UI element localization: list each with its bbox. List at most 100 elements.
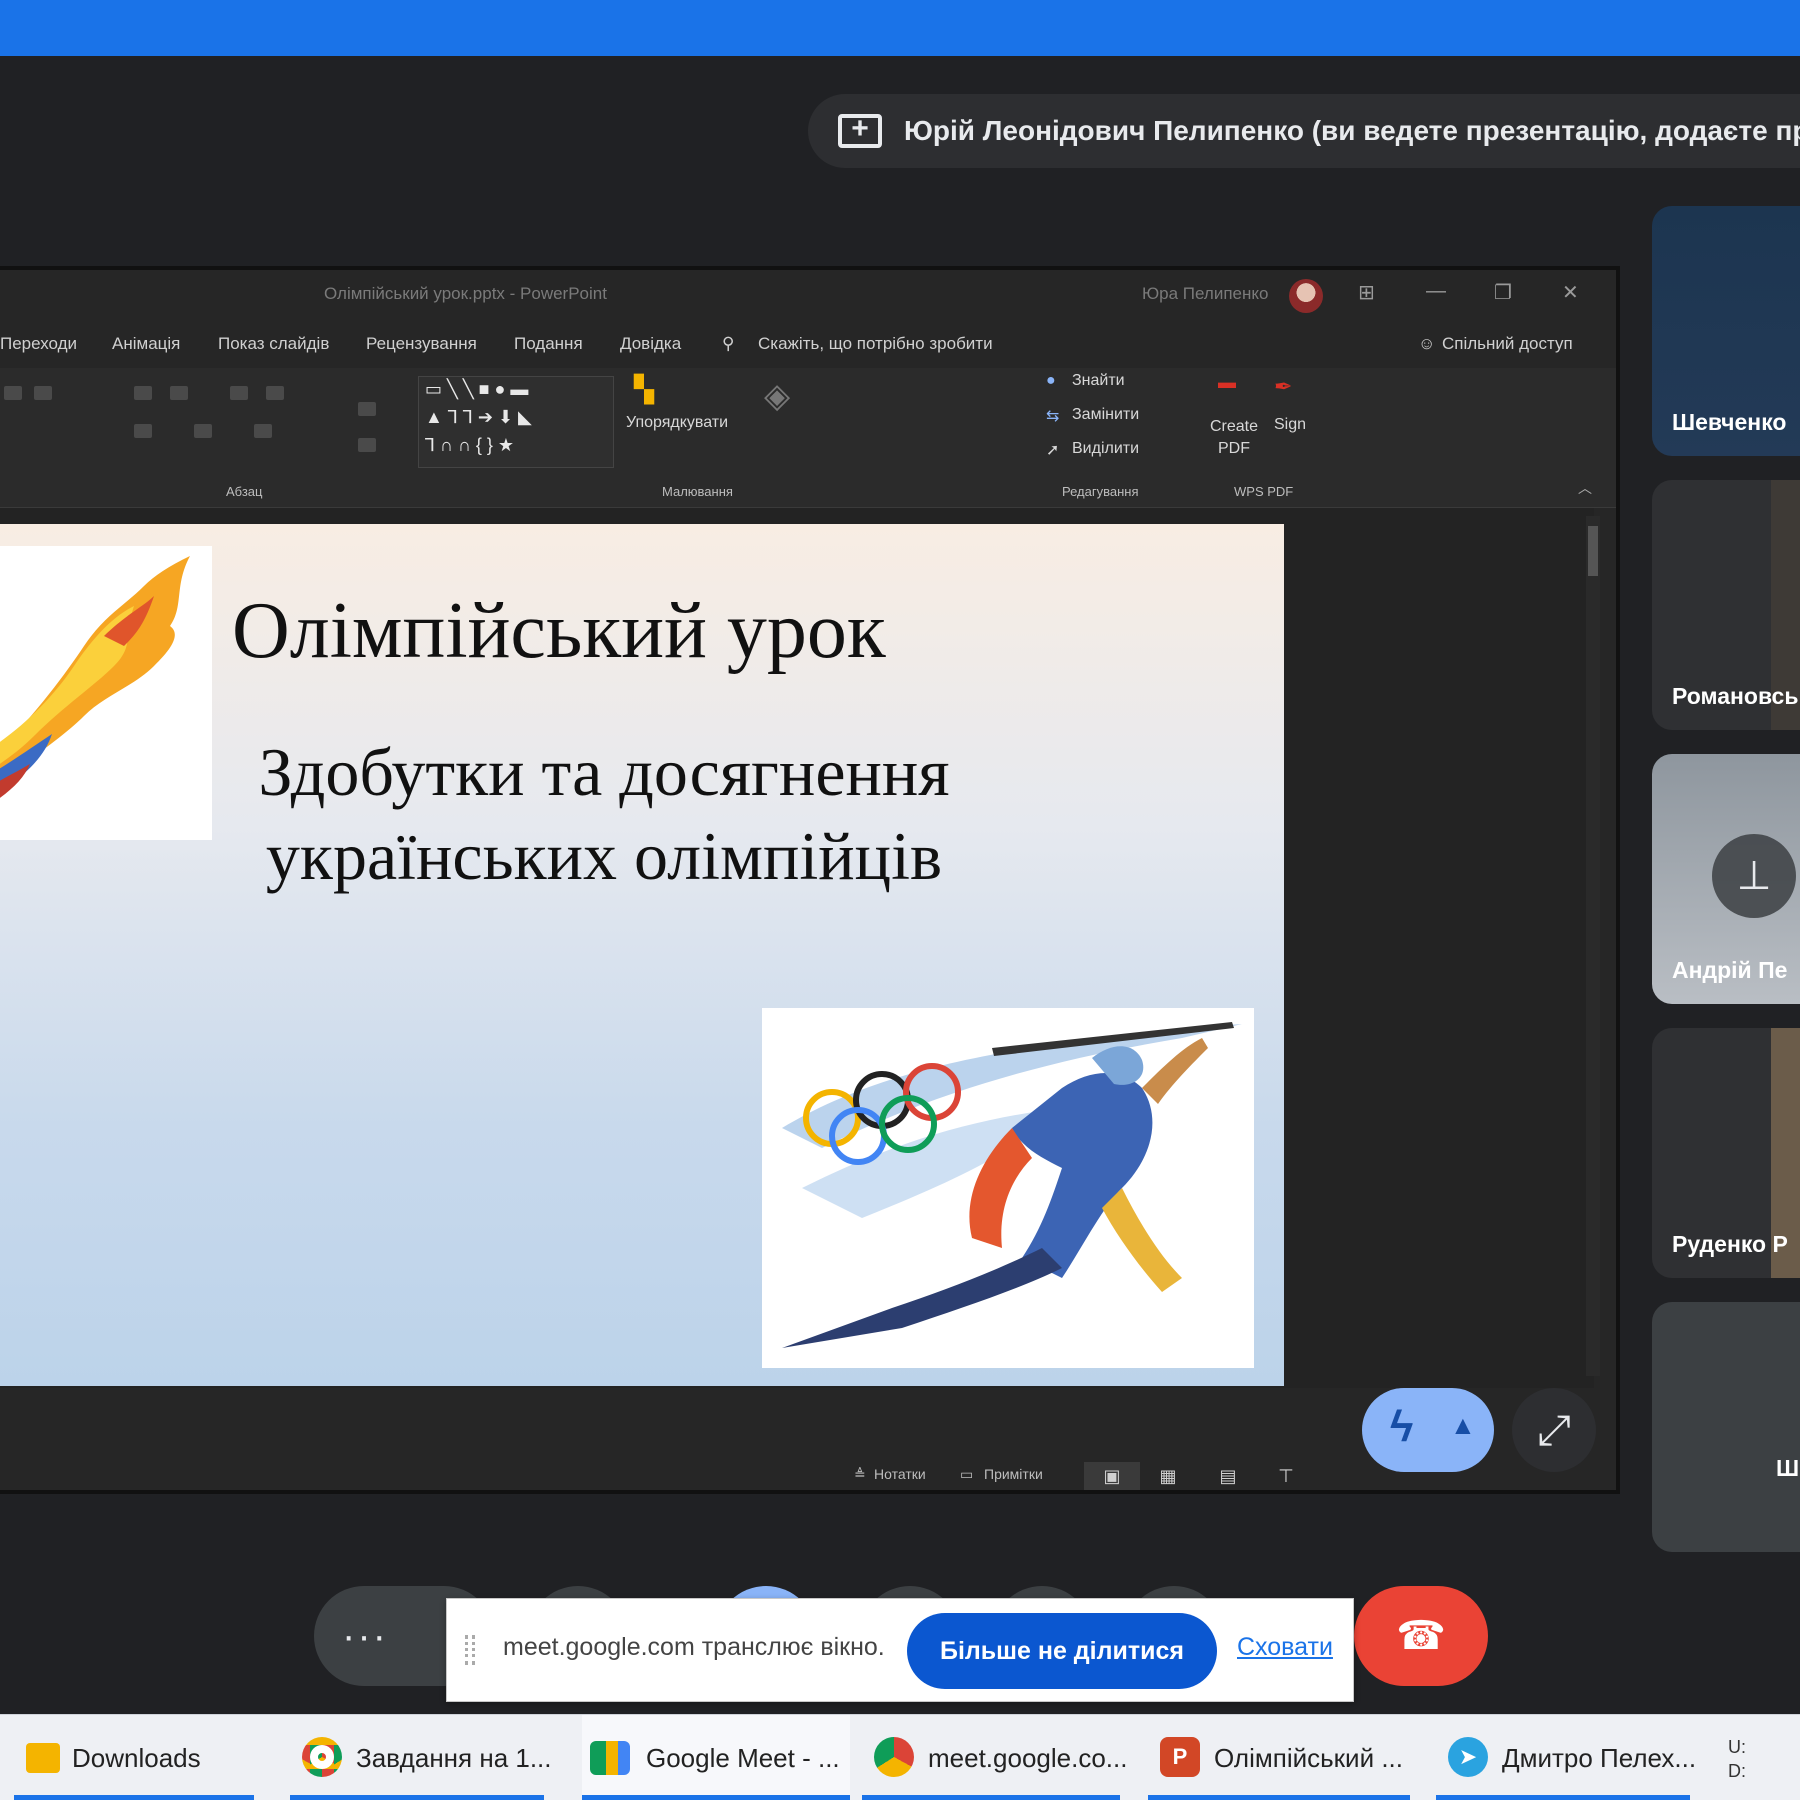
pin-icon[interactable]: ⊥ <box>1712 834 1796 918</box>
taskbar-item-downloads[interactable]: Downloads <box>14 1715 266 1800</box>
notes-button[interactable]: Нотатки <box>874 1466 926 1482</box>
chrome-icon <box>874 1737 914 1777</box>
taskbar-label: Google Meet - ... <box>646 1743 840 1773</box>
find-icon: ● <box>1046 372 1056 389</box>
taskbar-active-indicator <box>290 1795 544 1800</box>
drag-handle[interactable] <box>465 1635 475 1665</box>
stop-sharing-button[interactable]: Більше не ділитися <box>907 1613 1217 1689</box>
participant-tile[interactable]: Романовсь <box>1652 480 1800 730</box>
tab-slideshow[interactable]: Показ слайдів <box>218 334 329 354</box>
tray-line: U: <box>1728 1737 1746 1757</box>
notes-icon: ≜ <box>854 1466 866 1482</box>
ribbon-dim-control <box>170 386 188 400</box>
comments-icon: ▭ <box>960 1466 974 1482</box>
participant-tile[interactable]: Руденко Р <box>1652 1028 1800 1278</box>
tab-help[interactable]: Довідка <box>620 334 681 354</box>
expand-icon[interactable]: ⤢ <box>1512 1388 1596 1472</box>
ribbon-dim-control <box>34 386 52 400</box>
group-editing: Редагування <box>1062 484 1139 499</box>
caret-up-icon: ▲ <box>1450 1410 1476 1440</box>
more-icon: ··· <box>342 1614 388 1658</box>
tab-animation[interactable]: Анімація <box>112 334 180 354</box>
ribbon-dim-control <box>230 386 248 400</box>
normal-view-icon[interactable]: ▣ <box>1084 1462 1140 1490</box>
screen-share-notification: meet.google.com транслює вікно. Більше н… <box>446 1598 1354 1702</box>
presenter-banner: Юрій Леонідович Пелипенко (ви ведете пре… <box>808 94 1800 168</box>
taskbar-label: meet.google.co... <box>928 1743 1128 1773</box>
ribbon-dim-control <box>358 402 376 416</box>
ppt-user-name: Юра Пелипенко <box>1142 284 1269 303</box>
shapes-gallery[interactable]: ▭ ╲ ╲ ■ ● ▬ ▲ ⅂ ⅂ ➔ ⬇ ◣ ⅂ ∩ ∩ { } ★ <box>418 376 614 468</box>
arrange-icon: ▚ <box>634 374 654 404</box>
slide-title[interactable]: Олімпійський урок <box>232 586 886 677</box>
participant-name: Руденко Р <box>1672 1231 1788 1257</box>
taskbar-item-powerpoint[interactable]: P Олімпійський ... <box>1148 1715 1422 1800</box>
chrome-icon <box>302 1737 342 1777</box>
replace-button[interactable]: Замінити <box>1072 406 1139 424</box>
tab-review[interactable]: Рецензування <box>366 334 477 354</box>
participant-name: Романовсь <box>1672 683 1799 709</box>
taskbar-item-chrome-meet[interactable]: meet.google.co... <box>862 1715 1132 1800</box>
screen: Юрій Леонідович Пелипенко (ви ведете пре… <box>0 0 1800 1800</box>
find-button[interactable]: Знайти <box>1072 372 1125 390</box>
quick-styles-icon[interactable]: ◈ <box>764 376 790 416</box>
restore-icon[interactable]: ❐ <box>1494 280 1512 305</box>
taskbar-item-telegram[interactable]: ➤ Дмитро Пелех... <box>1436 1715 1702 1800</box>
slideshow-icon[interactable]: ⊤ <box>1258 1462 1314 1490</box>
slide-subtitle[interactable]: Здобутки та досягнення українських олімп… <box>194 730 1014 898</box>
reading-view-icon[interactable]: ▤ <box>1200 1462 1256 1490</box>
tray-line: D: <box>1728 1761 1746 1781</box>
select-button[interactable]: Виділити <box>1072 440 1139 458</box>
collapse-ribbon-icon[interactable]: ︿ <box>1578 478 1592 498</box>
telegram-icon: ➤ <box>1448 1737 1488 1777</box>
tell-me-search[interactable]: Скажіть, що потрібно зробити <box>758 334 993 354</box>
ppt-titlebar: Олімпійський урок.pptx - PowerPoint Юра … <box>0 270 1616 322</box>
slide-sorter-icon[interactable]: ▦ <box>1140 1462 1196 1490</box>
taskbar-active-indicator <box>1436 1795 1690 1800</box>
share-message: meet.google.com транслює вікно. <box>503 1633 885 1661</box>
taskbar-active-indicator <box>1148 1795 1410 1800</box>
ribbon-dim-control <box>134 424 152 438</box>
ribbon-dim-control <box>254 424 272 438</box>
arrange-button[interactable]: Упорядкувати <box>626 414 728 432</box>
phone-hangup-icon: ☎ <box>1396 1614 1446 1658</box>
participant-tile[interactable]: Шевченко <box>1652 206 1800 456</box>
ribbon-display-icon[interactable]: ⊞ <box>1358 280 1375 305</box>
slide-canvas[interactable]: Олімпійський урок Здобутки та досягнення… <box>0 524 1284 1386</box>
group-drawing: Малювання <box>662 484 733 499</box>
pdf-icon: ▬ <box>1218 372 1236 392</box>
system-tray: U: D: <box>1728 1735 1746 1783</box>
taskbar-label: Олімпійський ... <box>1214 1743 1403 1773</box>
vertical-scrollbar[interactable] <box>1586 516 1600 1376</box>
taskbar-item-google-meet[interactable]: Google Meet - ... <box>582 1715 850 1800</box>
create-pdf-button[interactable]: Create PDF <box>1202 416 1266 460</box>
tab-transitions[interactable]: Переходи <box>0 334 77 354</box>
select-icon: ➚ <box>1046 442 1060 459</box>
top-blue-bar <box>0 0 1800 56</box>
google-meet-icon <box>590 1741 630 1775</box>
ribbon-dim-control <box>266 386 284 400</box>
slide-editor[interactable]: Олімпійський урок Здобутки та досягнення… <box>0 508 1600 1388</box>
hide-link[interactable]: Сховати <box>1237 1633 1333 1662</box>
comments-button[interactable]: Примітки <box>984 1466 1043 1482</box>
powerpoint-icon: P <box>1160 1737 1200 1777</box>
taskbar-active-indicator <box>862 1795 1120 1800</box>
share-access-button[interactable]: Спільний доступ <box>1442 334 1573 354</box>
ribbon-dim-control <box>194 424 212 438</box>
end-call-button[interactable]: ☎ <box>1354 1586 1488 1686</box>
minimize-icon[interactable]: — <box>1426 280 1446 303</box>
sign-button[interactable]: Sign <box>1274 416 1306 434</box>
participant-name: Ш <box>1776 1455 1800 1481</box>
powerpoint-window[interactable]: Олімпійський урок.pptx - PowerPoint Юра … <box>0 266 1620 1494</box>
ribbon-dim-control <box>4 386 22 400</box>
taskbar-item-chrome[interactable]: Завдання на 1... <box>290 1715 556 1800</box>
folder-icon <box>26 1743 60 1773</box>
taskbar-active-indicator <box>582 1795 850 1800</box>
participant-tile[interactable]: Ш <box>1652 1302 1800 1552</box>
sign-icon: ✒ <box>1274 374 1293 399</box>
close-icon[interactable]: ✕ <box>1562 280 1579 305</box>
tab-view[interactable]: Подання <box>514 334 583 354</box>
reactions-button[interactable]: ϟ ▲ <box>1362 1388 1494 1472</box>
participant-tile[interactable]: ⊥ Андрій Пе <box>1652 754 1800 1004</box>
avatar[interactable] <box>1289 279 1323 313</box>
